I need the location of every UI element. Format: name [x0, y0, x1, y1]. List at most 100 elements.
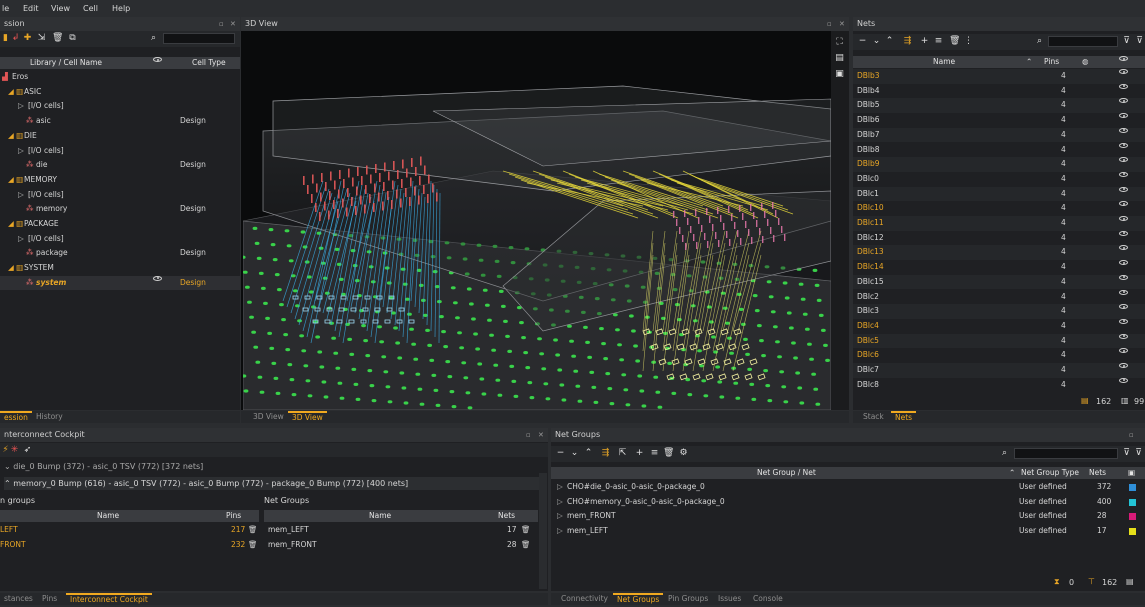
search-icon[interactable]: ⌕ [1034, 36, 1045, 47]
net-row[interactable]: DBlc1 4 [853, 186, 1145, 202]
close-icon[interactable]: ✕ [538, 428, 544, 442]
search-icon[interactable]: ⌕ [148, 33, 159, 44]
chevron-up-icon[interactable]: ⌃ [884, 36, 895, 47]
library-icon[interactable]: ◢ ▥ [8, 129, 23, 144]
chevron-up-icon[interactable]: ⌃ [583, 448, 594, 459]
export-icon[interactable]: ⇲ [36, 33, 47, 44]
delete-icon[interactable]: 🗑 [248, 523, 258, 538]
net-row[interactable]: DBlb9 4 [853, 157, 1145, 172]
session-tree-row[interactable]: ◢ ▥ DIE [0, 129, 240, 144]
session-tree-row[interactable]: ⁂ memory Design [0, 202, 240, 217]
cell-icon[interactable]: ⁂ [26, 202, 34, 217]
tab-3d-view-1[interactable]: 3D View [249, 411, 288, 423]
col-pingroup-pins[interactable]: Pins [226, 510, 241, 522]
collapse-all-icon[interactable]: − [857, 36, 868, 47]
filter-icon[interactable]: ⊽ [1121, 448, 1132, 459]
net-row[interactable]: DBlc11 4 [853, 216, 1145, 231]
tab-3d-view-2[interactable]: 3D View [288, 411, 327, 423]
list-icon[interactable]: ≡ [933, 36, 944, 47]
library-icon[interactable]: ◢ ▥ [8, 173, 23, 188]
tab-console[interactable]: Console [749, 593, 787, 605]
expand-icon[interactable]: ▷ [18, 232, 24, 247]
collapse-all-icon[interactable]: − [555, 448, 566, 459]
session-tree-row[interactable]: ◢ ▥ MEMORY [0, 173, 240, 188]
tab-interconnect-cockpit[interactable]: Interconnect Cockpit [66, 593, 152, 605]
more-icon[interactable]: ⋮ [963, 36, 974, 47]
add-cell-icon[interactable]: ✚ [22, 33, 33, 44]
expand-icon[interactable]: ▷ [557, 480, 563, 495]
tab-session[interactable]: ession [0, 411, 32, 423]
net-row[interactable]: DBlc3 4 [853, 304, 1145, 319]
expand-icon[interactable]: ▷ [557, 495, 563, 510]
layers-icon[interactable]: ▤ [834, 53, 845, 64]
col-pingroup-name[interactable]: Name [97, 510, 119, 522]
netgroup-row[interactable]: ▷ mem_FRONT User defined 28 [551, 509, 1145, 524]
nets-search-input[interactable] [1048, 36, 1118, 47]
netgroup-row[interactable]: ▷ CHO#memory_0-asic_0-asic_0-package_0 Use… [551, 495, 1145, 510]
col-netgroup-type[interactable]: Net Group Type [1021, 467, 1079, 479]
3d-scene[interactable] [243, 31, 831, 410]
tab-net-groups[interactable]: Net Groups [613, 593, 664, 605]
session-tree-row[interactable]: ⁂ system Design [0, 275, 240, 291]
root-icon[interactable]: ▟ [2, 70, 8, 85]
settings-icon[interactable]: ⚙ [678, 448, 689, 459]
sort-icon[interactable]: ⌃ [1026, 56, 1032, 68]
col-net-name[interactable]: Name [933, 56, 955, 68]
library-icon[interactable]: ◢ ▥ [8, 85, 23, 100]
camera-icon[interactable]: ▣ [834, 69, 845, 80]
split-icon[interactable]: ✳ [9, 445, 20, 456]
net-row[interactable]: DBlc4 4 [853, 318, 1145, 334]
session-tree-row[interactable]: ▷ [I/O cells] [0, 188, 240, 203]
menu-help[interactable]: Help [112, 4, 130, 13]
filter-icon[interactable]: ⊽ [1121, 36, 1132, 47]
col-pins[interactable]: Pins [1044, 56, 1059, 68]
chevron-down-icon[interactable]: ⌄ [871, 36, 882, 47]
copy-icon[interactable]: ⧉ [67, 33, 78, 44]
route-icon[interactable]: ➶ [22, 445, 33, 456]
tab-history[interactable]: History [32, 411, 67, 423]
expand-icon[interactable]: ▷ [18, 99, 24, 114]
add-icon[interactable]: + [634, 448, 645, 459]
net-row[interactable]: DBlc0 4 [853, 171, 1145, 187]
net-row[interactable]: DBlc7 4 [853, 363, 1145, 378]
cell-icon[interactable]: ⁂ [26, 158, 34, 173]
session-tree-row[interactable]: ▷ [I/O cells] [0, 232, 240, 247]
col-color-icon[interactable]: ◍ [1082, 56, 1089, 68]
menu-file[interactable]: le [2, 4, 9, 13]
tab-stack[interactable]: Stack [859, 411, 888, 423]
session-search-input[interactable] [163, 33, 235, 44]
delete-icon[interactable]: 🗑 [521, 538, 531, 553]
net-row[interactable]: DBlb8 4 [853, 142, 1145, 158]
session-tree-row[interactable]: ▷ [I/O cells] [0, 144, 240, 159]
float-icon[interactable]: ▫ [526, 428, 531, 442]
net-row[interactable]: DBlc10 4 [853, 201, 1145, 216]
pin-group-row[interactable]: FRONT 232 🗑 [0, 538, 259, 553]
library-icon[interactable]: ◢ ▥ [8, 261, 23, 276]
chevron-down-icon[interactable]: ⌄ [569, 448, 580, 459]
tab-connectivity[interactable]: Connectivity [557, 593, 612, 605]
net-row[interactable]: DBlb4 4 [853, 83, 1145, 99]
session-tree-row[interactable]: ⁂ asic Design [0, 114, 240, 129]
session-tree-row[interactable]: ▟ Eros [0, 70, 240, 85]
cell-icon[interactable]: ⁂ [26, 114, 34, 129]
tab-pins[interactable]: Pins [38, 593, 61, 605]
net-row[interactable]: DBlc5 4 [853, 333, 1145, 349]
filter-clear-icon[interactable]: ⊽ [1133, 448, 1144, 459]
menu-edit[interactable]: Edit [23, 4, 39, 13]
session-tree-row[interactable]: ⁂ die Design [0, 158, 240, 173]
expand-icon[interactable]: ▷ [557, 524, 563, 539]
float-icon[interactable]: ▫ [827, 17, 832, 31]
col-netgroup-name[interactable]: Name [369, 510, 391, 522]
delete-icon[interactable]: 🗑 [663, 448, 674, 459]
expand-icon[interactable]: ▷ [557, 509, 563, 524]
net-row[interactable]: DBlc14 4 [853, 260, 1145, 275]
net-row[interactable]: DBlb7 4 [853, 127, 1145, 143]
net-row[interactable]: DBlb3 4 [853, 69, 1145, 84]
cell-icon[interactable]: ⁂ [26, 276, 34, 291]
tab-instances[interactable]: stances [0, 593, 37, 605]
delete-icon[interactable]: 🗑 [248, 538, 258, 553]
col-cell-type[interactable]: Cell Type [192, 57, 226, 69]
net-row[interactable]: DBlb5 4 [853, 98, 1145, 114]
net-row[interactable]: DBlc13 4 [853, 245, 1145, 261]
netgroup-row[interactable]: ▷ CHO#die_0-asic_0-asic_0-package_0 User d… [551, 480, 1145, 495]
